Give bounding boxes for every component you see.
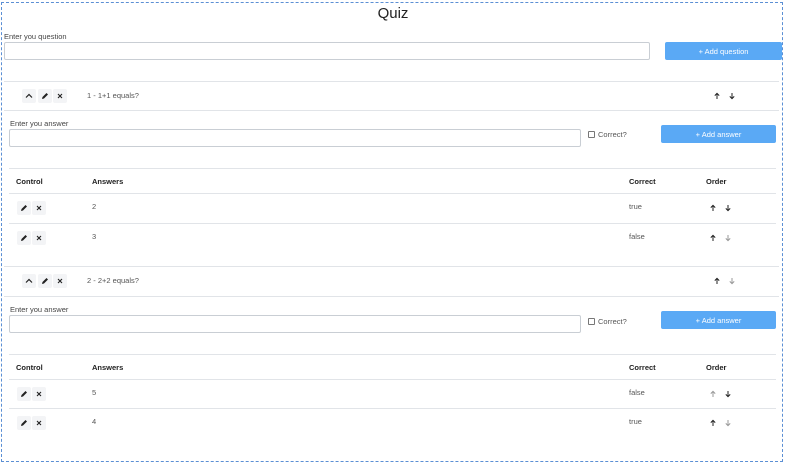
answer-text: 4 <box>92 417 97 426</box>
question-input-label: Enter you question <box>4 32 67 41</box>
arrow-down-icon <box>729 93 735 100</box>
divider <box>4 296 779 297</box>
column-header-correct: Correct <box>629 177 656 186</box>
order-up-button[interactable] <box>710 274 724 288</box>
divider <box>4 81 779 82</box>
order-down-button[interactable] <box>725 89 739 103</box>
column-header-correct: Correct <box>629 363 656 372</box>
quiz-container <box>1 2 783 462</box>
order-down-button[interactable] <box>725 274 739 288</box>
table-divider <box>9 223 776 224</box>
delete-question-button[interactable] <box>53 89 67 103</box>
close-icon <box>36 205 42 211</box>
arrow-down-icon <box>725 235 731 242</box>
answer-text: 3 <box>92 232 97 241</box>
chevron-up-icon <box>25 278 33 283</box>
arrow-up-icon <box>710 204 716 211</box>
answer-order-down-button[interactable] <box>721 201 735 215</box>
order-up-button[interactable] <box>710 89 724 103</box>
question-text: 1 - 1+1 equals? <box>87 91 139 100</box>
divider <box>9 168 776 169</box>
answer-order-up-button[interactable] <box>706 201 720 215</box>
move-question-up-button[interactable] <box>22 89 36 103</box>
pencil-icon <box>21 235 27 241</box>
delete-question-button[interactable] <box>53 274 67 288</box>
arrow-down-icon <box>725 205 731 212</box>
edit-answer-button[interactable] <box>17 416 31 430</box>
edit-answer-button[interactable] <box>17 201 31 215</box>
move-question-up-button[interactable] <box>22 274 36 288</box>
arrow-up-icon <box>710 419 716 426</box>
answer-order-up-button[interactable] <box>706 416 720 430</box>
answer-input-label: Enter you answer <box>10 305 69 314</box>
answer-correct: false <box>629 388 645 397</box>
arrow-up-icon <box>714 92 720 99</box>
answer-order-up-button[interactable] <box>706 387 720 401</box>
column-header-order: Order <box>706 177 727 186</box>
table-divider <box>9 379 776 380</box>
arrow-up-icon <box>710 234 716 241</box>
correct-checkbox-label: Correct? <box>598 130 627 139</box>
table-divider <box>9 193 776 194</box>
answer-text: 2 <box>92 202 97 211</box>
answer-correct: true <box>629 417 642 426</box>
pencil-icon <box>42 93 48 99</box>
question-text: 2 - 2+2 equals? <box>87 276 139 285</box>
arrow-up-icon <box>714 277 720 284</box>
edit-answer-button[interactable] <box>17 387 31 401</box>
close-icon <box>57 278 63 284</box>
column-header-answers: Answers <box>92 177 124 186</box>
edit-answer-button[interactable] <box>17 231 31 245</box>
delete-answer-button[interactable] <box>32 231 46 245</box>
edit-question-button[interactable] <box>38 89 52 103</box>
answer-input[interactable] <box>9 315 581 333</box>
correct-checkbox-label: Correct? <box>598 317 627 326</box>
close-icon <box>57 93 63 99</box>
divider <box>4 110 779 111</box>
answer-correct: true <box>629 202 642 211</box>
arrow-down-icon <box>729 278 735 285</box>
chevron-up-icon <box>25 93 33 98</box>
answer-correct: false <box>629 232 645 241</box>
close-icon <box>36 235 42 241</box>
delete-answer-button[interactable] <box>32 387 46 401</box>
answer-order-up-button[interactable] <box>706 231 720 245</box>
question-input[interactable] <box>4 42 650 60</box>
close-icon <box>36 420 42 426</box>
pencil-icon <box>21 391 27 397</box>
column-header-control: Control <box>16 177 43 186</box>
answer-order-down-button[interactable] <box>721 416 735 430</box>
answer-input-label: Enter you answer <box>10 119 69 128</box>
pencil-icon <box>42 278 48 284</box>
correct-checkbox[interactable] <box>588 318 595 325</box>
correct-checkbox-wrap[interactable]: Correct? <box>588 317 627 326</box>
column-header-answers: Answers <box>92 363 124 372</box>
divider <box>4 266 779 267</box>
delete-answer-button[interactable] <box>32 201 46 215</box>
answer-text: 5 <box>92 388 97 397</box>
edit-question-button[interactable] <box>38 274 52 288</box>
column-header-order: Order <box>706 363 727 372</box>
answer-order-down-button[interactable] <box>721 387 735 401</box>
table-divider <box>9 408 776 409</box>
add-question-button[interactable]: + Add question <box>665 42 782 60</box>
arrow-up-icon <box>710 390 716 397</box>
delete-answer-button[interactable] <box>32 416 46 430</box>
pencil-icon <box>21 205 27 211</box>
answer-order-down-button[interactable] <box>721 231 735 245</box>
answer-input[interactable] <box>9 129 581 147</box>
column-header-control: Control <box>16 363 43 372</box>
add-answer-button[interactable]: + Add answer <box>661 125 776 143</box>
page-title: Quiz <box>377 5 409 22</box>
arrow-down-icon <box>725 420 731 427</box>
arrow-down-icon <box>725 391 731 398</box>
divider <box>9 354 776 355</box>
correct-checkbox[interactable] <box>588 131 595 138</box>
close-icon <box>36 391 42 397</box>
pencil-icon <box>21 420 27 426</box>
add-answer-button[interactable]: + Add answer <box>661 311 776 329</box>
correct-checkbox-wrap[interactable]: Correct? <box>588 130 627 139</box>
